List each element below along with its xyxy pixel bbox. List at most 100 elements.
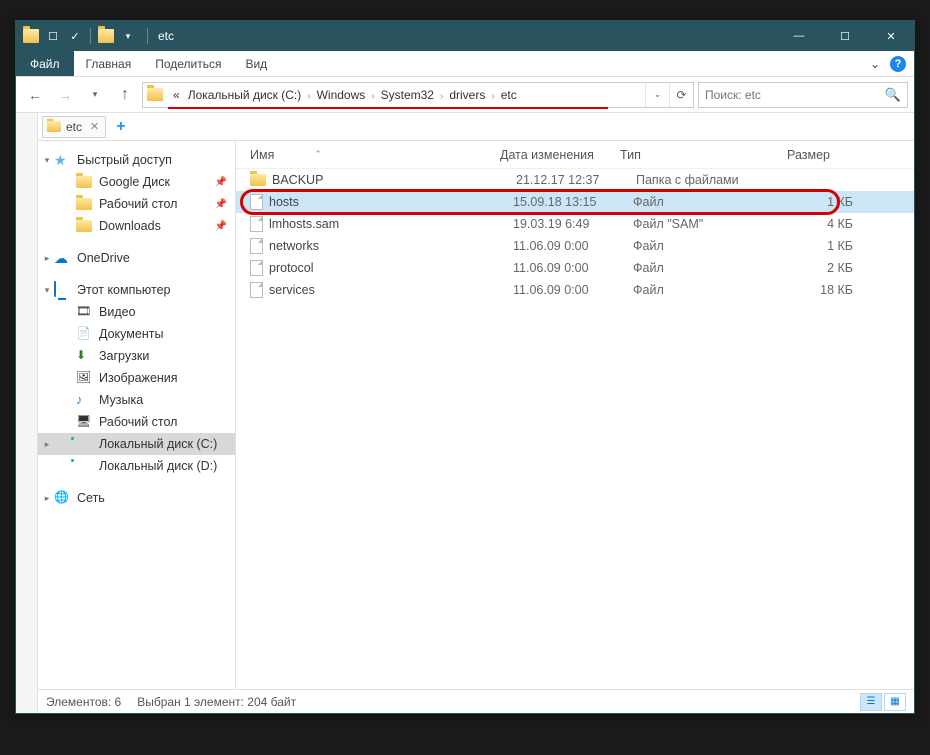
tree-item[interactable]: Загрузки	[38, 345, 235, 367]
vid-icon	[76, 304, 92, 320]
qat-dropdown-icon[interactable]: ▾	[117, 25, 139, 47]
tree-label: Этот компьютер	[77, 283, 170, 297]
refresh-button[interactable]: ⟳	[669, 83, 693, 107]
file-list[interactable]: Имя⌃ Дата изменения Тип Размер BACKUP21.…	[236, 141, 914, 689]
chevron-right-icon[interactable]: ›	[369, 91, 376, 102]
folder-icon	[76, 220, 92, 232]
expand-icon[interactable]: ▸	[42, 439, 52, 450]
search-input[interactable]	[705, 88, 885, 102]
ribbon-tab-view[interactable]: Вид	[233, 51, 279, 76]
minimize-button[interactable]: ―	[776, 21, 822, 51]
back-button[interactable]: ←	[22, 82, 48, 108]
expand-icon[interactable]: ▸	[42, 253, 52, 264]
pin-icon: 📌	[215, 199, 227, 210]
breadcrumb-item[interactable]: Локальный диск (C:)	[184, 88, 306, 102]
desk-icon	[76, 414, 92, 430]
window-title: etc	[158, 29, 174, 43]
file-row[interactable]: services11.06.09 0:00Файл18 КБ	[236, 279, 914, 301]
annotation-underline	[168, 107, 608, 109]
expand-icon[interactable]: ▾	[42, 155, 52, 166]
maximize-button[interactable]: ☐	[822, 21, 868, 51]
expand-icon[interactable]: ▸	[42, 493, 52, 504]
tree-item[interactable]: Видео	[38, 301, 235, 323]
file-row[interactable]: networks11.06.09 0:00Файл1 КБ	[236, 235, 914, 257]
up-button[interactable]: ↑	[112, 82, 138, 108]
col-name[interactable]: Имя⌃	[250, 148, 500, 162]
file-date: 11.06.09 0:00	[513, 261, 633, 275]
qat-folder-icon[interactable]	[95, 25, 117, 47]
breadcrumb-item[interactable]: System32	[377, 88, 438, 102]
tab-close-icon[interactable]: ✕	[90, 120, 99, 133]
col-size[interactable]: Размер	[760, 148, 840, 162]
tree-label: Загрузки	[99, 349, 149, 363]
breadcrumb-prefix: «	[169, 88, 184, 102]
file-size: 1 КБ	[773, 195, 853, 209]
navigation-tree[interactable]: ▾ Быстрый доступ Google Диск📌Рабочий сто…	[38, 141, 236, 689]
file-type: Файл	[633, 261, 773, 275]
breadcrumb-item[interactable]: etc	[497, 88, 521, 102]
file-name: networks	[269, 239, 513, 253]
status-selection: Выбран 1 элемент: 204 байт	[137, 695, 296, 709]
address-dropdown-icon[interactable]: ⌄	[645, 83, 669, 107]
address-bar[interactable]: « Локальный диск (C:)›Windows›System32›d…	[142, 82, 694, 108]
ribbon-expand-icon[interactable]: ⌄	[866, 55, 884, 73]
tree-label: Изображения	[99, 371, 178, 385]
column-headers[interactable]: Имя⌃ Дата изменения Тип Размер	[236, 141, 914, 169]
tree-onedrive[interactable]: ▸ OneDrive	[38, 247, 235, 269]
file-row[interactable]: lmhosts.sam19.03.19 6:49Файл "SAM"4 КБ	[236, 213, 914, 235]
search-box[interactable]: 🔍	[698, 82, 908, 108]
folder-tab-etc[interactable]: etc ✕	[42, 116, 106, 138]
tree-label: Видео	[99, 305, 136, 319]
file-type: Файл	[633, 283, 773, 297]
separator	[90, 28, 91, 44]
chevron-right-icon[interactable]: ›	[489, 91, 496, 102]
qat-newfolder-icon[interactable]: ✓	[64, 25, 86, 47]
tree-item[interactable]: Локальный диск (D:)	[38, 455, 235, 477]
tree-item[interactable]: Рабочий стол📌	[38, 193, 235, 215]
img-icon	[76, 370, 92, 386]
tree-item[interactable]: ▸Локальный диск (C:)	[38, 433, 235, 455]
view-details-button[interactable]: ☰	[860, 693, 882, 711]
help-icon[interactable]: ?	[890, 56, 906, 72]
tree-item[interactable]: Документы	[38, 323, 235, 345]
search-icon[interactable]: 🔍	[885, 87, 901, 103]
ribbon-tab-home[interactable]: Главная	[74, 51, 144, 76]
file-row[interactable]: BACKUP21.12.17 12:37Папка с файлами	[236, 169, 914, 191]
pin-icon: 📌	[215, 221, 227, 232]
tab-folder-icon	[47, 121, 61, 132]
expand-icon[interactable]: ▾	[42, 285, 52, 296]
tree-item[interactable]: Downloads📌	[38, 215, 235, 237]
title-bar[interactable]: ☐ ✓ ▾ etc ― ☐ ✕	[16, 21, 914, 51]
forward-button[interactable]: →	[52, 82, 78, 108]
ribbon-tab-share[interactable]: Поделиться	[143, 51, 233, 76]
qat-properties-icon[interactable]: ☐	[42, 25, 64, 47]
file-icon	[250, 238, 263, 254]
file-menu[interactable]: Файл	[16, 51, 74, 76]
breadcrumb-item[interactable]: Windows	[313, 88, 370, 102]
tree-quick-access[interactable]: ▾ Быстрый доступ	[38, 149, 235, 171]
tree-label: Google Диск	[99, 175, 170, 189]
tree-item[interactable]: Рабочий стол	[38, 411, 235, 433]
nav-bar: ← → ▾ ↑ « Локальный диск (C:)›Windows›Sy…	[16, 77, 914, 113]
col-type[interactable]: Тип	[620, 148, 760, 162]
file-row[interactable]: protocol11.06.09 0:00Файл2 КБ	[236, 257, 914, 279]
close-button[interactable]: ✕	[868, 21, 914, 51]
tree-this-pc[interactable]: ▾ Этот компьютер	[38, 279, 235, 301]
view-icons-button[interactable]: ▦	[884, 693, 906, 711]
tree-network[interactable]: ▸ Сеть	[38, 487, 235, 509]
history-dropdown-icon[interactable]: ▾	[82, 82, 108, 108]
col-date[interactable]: Дата изменения	[500, 148, 620, 162]
sort-indicator-icon: ⌃	[314, 149, 322, 160]
breadcrumb-item[interactable]: drivers	[445, 88, 489, 102]
tree-item[interactable]: Изображения	[38, 367, 235, 389]
tree-item[interactable]: Google Диск📌	[38, 171, 235, 193]
folder-icon	[76, 198, 92, 210]
file-row[interactable]: hosts15.09.18 13:15Файл1 КБ	[236, 191, 914, 213]
file-name: protocol	[269, 261, 513, 275]
new-tab-button[interactable]: +	[108, 118, 133, 136]
chevron-right-icon[interactable]: ›	[305, 91, 312, 102]
tree-label: Документы	[99, 327, 163, 341]
tree-item[interactable]: Музыка	[38, 389, 235, 411]
status-count: Элементов: 6	[46, 695, 121, 709]
mus-icon	[76, 392, 92, 408]
